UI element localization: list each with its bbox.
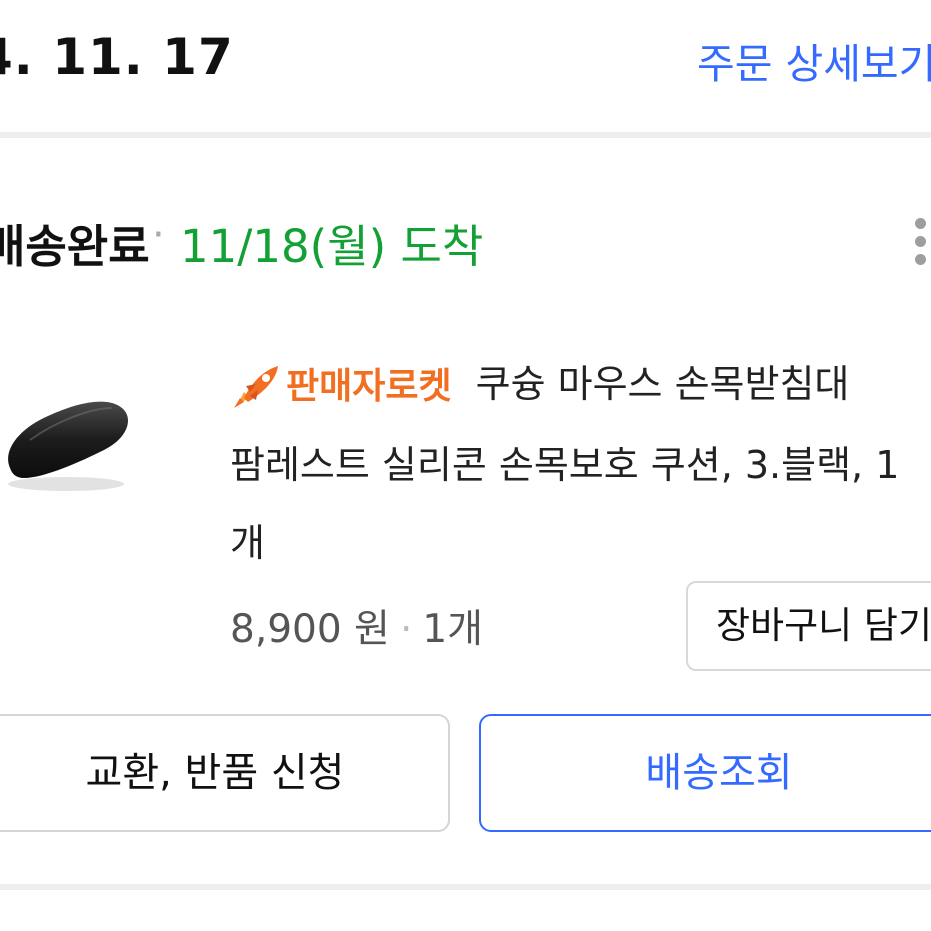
order-date: 4. 11. 17	[0, 28, 234, 86]
seller-rocket-label: 판매자로켓	[286, 365, 452, 407]
product-title-line: 팜레스트 실리콘 손목보호 쿠션, 3.블랙, 1	[230, 442, 900, 487]
delivery-tracking-button[interactable]: 배송조회	[479, 714, 931, 832]
price-row: 8,900 원 · 1개	[230, 598, 483, 654]
price-separator: ·	[399, 607, 413, 652]
mouse-wrist-rest-image	[8, 401, 129, 491]
product-title[interactable]: 판매자로켓 쿠슝 마우스 손목받침대 팜레스트 실리콘 손목보호 쿠션, 3.블…	[230, 345, 931, 582]
product-quantity: 1개	[422, 607, 484, 652]
add-to-cart-button[interactable]: 장바구니 담기	[686, 581, 931, 671]
section-divider	[0, 884, 931, 890]
shipment-status-row: 배송완료 · 11/18(월) 도착	[0, 200, 931, 280]
product-title-line: 개	[230, 520, 265, 565]
product-image[interactable]	[0, 380, 140, 500]
delivery-status: 배송완료	[0, 220, 150, 273]
seller-rocket-badge: 판매자로켓	[230, 348, 452, 426]
arrival-date: 11/18(월) 도착	[180, 220, 484, 273]
product-price: 8,900 원	[230, 607, 390, 652]
exchange-return-button[interactable]: 교환, 반품 신청	[0, 714, 450, 832]
rocket-icon	[234, 365, 278, 408]
order-header: 4. 11. 17 주문 상세보기	[0, 0, 931, 125]
status-separator: ·	[152, 212, 165, 258]
order-detail-link[interactable]: 주문 상세보기	[697, 30, 931, 90]
product-title-line: 쿠슝 마우스 손목받침대	[475, 362, 850, 406]
section-divider	[0, 132, 931, 138]
more-options-icon[interactable]	[905, 210, 931, 270]
